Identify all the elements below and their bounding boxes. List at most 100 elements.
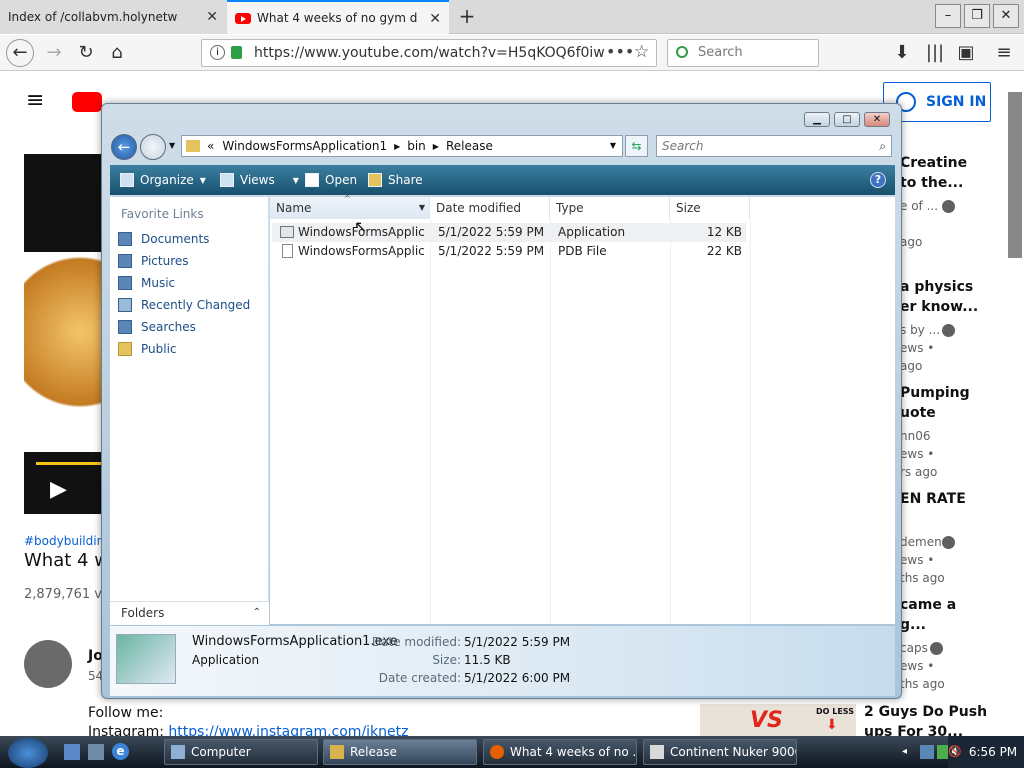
switch-windows-icon[interactable] [88,744,104,760]
related-title[interactable]: EN RATE [900,491,966,507]
menu-icon[interactable]: ≡ [990,40,1018,66]
explorer-window[interactable]: ▁ □ ✕ ← ▼ « WindowsFormsApplication1 ▶ b… [101,103,902,699]
play-icon[interactable]: ▶ [50,477,67,502]
refresh-icon[interactable]: ⇆ [625,135,648,157]
tab-label: What 4 weeks of no gym did to [257,11,417,25]
minimize-button[interactable]: ▁ [804,112,830,127]
related-title[interactable]: g... [900,617,926,633]
favorite-link-searches[interactable]: Searches [118,320,196,334]
file-row[interactable]: WindowsFormsApplic... 5/1/2022 5:59 PM A… [272,223,746,242]
related-title[interactable]: a physics [900,279,973,295]
search-icon[interactable]: ⌕ [879,136,886,156]
views-button[interactable]: Views ▼ [220,173,299,187]
folders-pane-toggle[interactable]: Folders ⌃ [110,601,269,625]
breadcrumb-item[interactable]: bin [407,139,426,153]
forward-arrow-icon[interactable]: → [40,40,68,66]
related-title[interactable]: to the... [900,175,963,191]
scrollbar-thumb[interactable] [1008,92,1022,258]
clock[interactable]: 🔇 6:56 PM [948,736,1024,768]
taskbar-item-computer[interactable]: Computer [164,739,318,765]
file-row[interactable]: WindowsFormsApplic... 5/1/2022 5:59 PM P… [272,242,746,261]
taskbar-item-label: Continent Nuker 9000 [670,745,797,759]
show-desktop-icon[interactable] [64,744,80,760]
back-arrow-icon[interactable]: ← [6,39,34,67]
close-tab-icon[interactable]: ✕ [429,11,441,27]
home-icon[interactable]: ⌂ [103,40,131,66]
help-icon[interactable]: ? [870,172,886,188]
folder-icon [330,745,344,759]
favorite-link-pictures[interactable]: Pictures [118,254,189,268]
address-bar[interactable]: « WindowsFormsApplication1 ▶ bin ▶ Relea… [181,135,623,157]
related-title[interactable]: uote [900,405,936,421]
taskbar-item-browser[interactable]: What 4 weeks of no ... [483,739,637,765]
breadcrumb-separator-icon[interactable]: ▶ [433,142,439,151]
hashtag-link[interactable]: #bodybuilding [24,534,112,548]
column-header-date-modified[interactable]: Date modified [430,197,550,219]
related-thumbnail[interactable]: VS DO LESS ⬇ [700,704,856,736]
chevron-up-icon[interactable]: ⌃ [253,602,261,624]
related-title[interactable]: Pumping [900,385,970,401]
maximize-button[interactable]: □ [834,112,860,127]
taskbar-item-continent-nuker[interactable]: Continent Nuker 9000 [643,739,797,765]
video-thumbnail-burger [24,252,104,452]
organize-button[interactable]: Organize ▼ [120,173,206,187]
column-header-type[interactable]: Type [550,197,670,219]
forward-arrow-icon[interactable] [140,134,166,160]
related-title[interactable]: 2 Guys Do Push [864,704,987,720]
network-icon[interactable] [920,745,934,759]
start-button[interactable] [8,738,48,768]
minimize-button[interactable]: – [935,4,961,28]
address-dropdown-icon[interactable]: ▼ [610,141,616,150]
youtube-favicon-icon [235,12,251,24]
column-filter-dropdown-icon[interactable]: ▼ [419,197,425,219]
tray-expand-icon[interactable]: ◂ [902,746,907,757]
related-age: rs ago [900,465,938,479]
download-icon[interactable]: ⬇ [888,40,916,66]
explorer-search-input[interactable]: Search ⌕ [656,135,892,157]
hamburger-menu-icon[interactable]: ≡ [26,90,44,112]
restore-button[interactable]: ❐ [964,4,990,28]
reload-icon[interactable]: ↻ [72,40,100,66]
column-header-name[interactable]: Name ^ ▼ [270,194,430,219]
breadcrumb-item[interactable]: Release [446,139,493,153]
tab-youtube-video[interactable]: What 4 weeks of no gym did to ✕ [227,0,449,34]
clock-time: 6:56 PM [968,745,1018,759]
details-date-modified: 5/1/2022 5:59 PM [464,635,571,649]
recent-pages-dropdown-icon[interactable]: ▼ [169,141,175,150]
browser-search-input[interactable]: Search [667,39,819,67]
close-tab-icon[interactable]: ✕ [206,9,218,25]
file-type: PDB File [558,244,607,258]
info-icon[interactable]: i [210,45,225,60]
back-arrow-icon[interactable]: ← [111,134,137,160]
breadcrumb-item[interactable]: WindowsFormsApplication1 [222,139,387,153]
favorite-link-public[interactable]: Public [118,342,177,356]
favorite-link-music[interactable]: Music [118,276,175,290]
taskbar-item-release[interactable]: Release [323,739,477,765]
favorite-link-documents[interactable]: Documents [118,232,209,246]
internet-explorer-icon[interactable]: e [112,743,129,760]
close-window-button[interactable]: ✕ [864,112,890,127]
channel-avatar[interactable] [24,640,72,688]
documents-icon [118,232,132,246]
page-actions-icon[interactable]: ••• [606,42,634,61]
close-window-button[interactable]: ✕ [993,4,1019,28]
url-bar[interactable]: i https://www.youtube.com/watch?v=H5qKOQ… [201,39,657,67]
volume-muted-icon[interactable]: 🔇 [948,745,962,759]
new-tab-button[interactable]: + [455,4,479,28]
tab-collabvm-index[interactable]: Index of /collabvm.holynetworkada ✕ [0,0,226,34]
library-icon[interactable]: ||| [921,40,949,66]
related-title[interactable]: came a [900,597,956,613]
favorite-link-recently-changed[interactable]: Recently Changed [118,298,250,312]
related-title[interactable]: er know... [900,299,978,315]
chevron-down-icon: ▼ [199,175,206,185]
related-title[interactable]: Creatine [900,155,967,171]
bookmark-star-icon[interactable]: ☆ [634,42,649,62]
column-header-size[interactable]: Size [670,197,750,219]
breadcrumb-overflow-icon[interactable]: « [207,139,214,153]
open-button[interactable]: Open [305,173,357,187]
youtube-logo-icon[interactable] [72,92,102,112]
sidebar-icon[interactable]: ▣ [952,40,980,66]
searches-icon [118,320,132,334]
share-button[interactable]: Share [368,173,423,187]
breadcrumb-separator-icon[interactable]: ▶ [394,142,400,151]
